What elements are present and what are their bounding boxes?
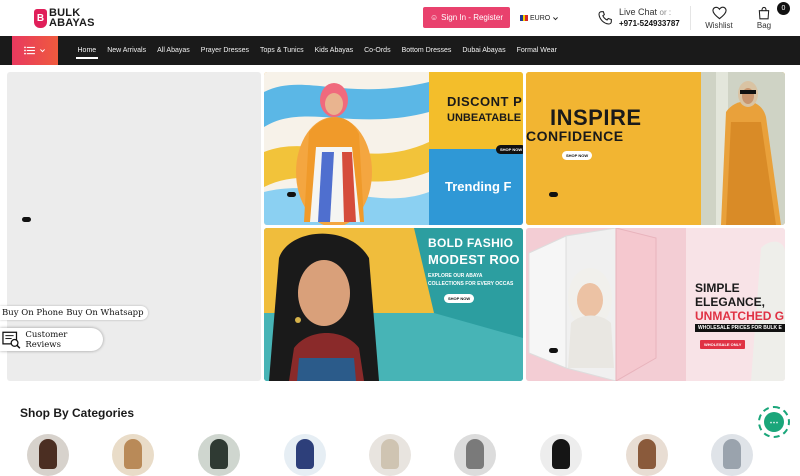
nav-item-dubai-abayas[interactable]: Dubai Abayas	[457, 36, 511, 65]
banner-inspire[interactable]: INSPIRE CONFIDENCE SHOP NOW	[526, 72, 785, 225]
banner-inspire-shop-button[interactable]: SHOP NOW	[562, 151, 593, 160]
currency-label: EURO	[530, 14, 551, 22]
buy-options: Buy On Phone Buy On Whatsapp	[0, 306, 148, 320]
category-item[interactable]	[198, 434, 240, 476]
nav-item-formal-wear[interactable]: Formal Wear	[511, 36, 562, 65]
banner-discount-line3: Trending F	[445, 179, 512, 194]
category-item[interactable]	[112, 434, 154, 476]
banner-discount-shop-button[interactable]: SHOP NOW	[496, 145, 523, 154]
banner-simple-elegance-line1: SIMPLE	[695, 281, 740, 295]
slider-dot[interactable]	[549, 192, 558, 197]
nav-item-bottom-dresses[interactable]: Bottom Dresses	[396, 36, 457, 65]
chevron-down-icon	[40, 49, 45, 53]
category-item[interactable]	[626, 434, 668, 476]
chat-icon: ⋯	[764, 412, 784, 432]
nav-item-new-arrivals[interactable]: New Arrivals	[102, 36, 152, 65]
live-chat-suffix: or :	[659, 8, 672, 17]
phone-number[interactable]: +971-524933787	[619, 18, 680, 29]
wishlist-label: Wishlist	[705, 21, 733, 30]
nav-items: Home New Arrivals All Abayas Prayer Dres…	[72, 36, 562, 65]
flag-icon	[520, 15, 529, 21]
category-list	[0, 432, 800, 476]
phone-icon	[598, 11, 612, 25]
user-icon: ☺	[430, 13, 439, 22]
list-icon	[24, 46, 35, 55]
sign-in-label: Sign In - Register	[441, 13, 503, 22]
category-item[interactable]	[369, 434, 411, 476]
banner-bold-fashion-shop-button[interactable]: SHOP NOW	[444, 294, 475, 303]
category-item[interactable]	[27, 434, 69, 476]
slider-dot[interactable]	[22, 217, 31, 222]
review-icon	[2, 331, 21, 349]
whatsapp-chat-button[interactable]: ⋯	[758, 406, 790, 438]
category-item[interactable]	[454, 434, 496, 476]
banner-simple-elegance-line3: UNMATCHED G	[695, 309, 785, 323]
hero-banners: DISCONT P UNBEATABLE SHOP NOW Trending F…	[6, 71, 786, 382]
banner-simple-elegance-line4: WHOLESALE PRICES FOR BULK E	[695, 324, 785, 332]
slider-dot[interactable]	[287, 192, 296, 197]
category-item[interactable]	[284, 434, 326, 476]
nav-item-co-ords[interactable]: Co-Ords	[359, 36, 396, 65]
banner-bold-fashion-line3: EXPLORE OUR ABAYA	[428, 273, 483, 279]
bag-label: Bag	[756, 21, 772, 30]
live-chat-label: Live Chat	[619, 7, 658, 17]
header: B BULK ABAYAS ☺ Sign In - Register EURO …	[0, 0, 800, 36]
buy-on-phone-link[interactable]: Buy On Phone	[2, 308, 63, 318]
bag-count-badge: 0	[777, 2, 790, 15]
sign-in-register-button[interactable]: ☺ Sign In - Register	[423, 7, 510, 28]
banner-discount-line2: UNBEATABLE	[447, 112, 522, 124]
buy-on-whatsapp-link[interactable]: Buy On Whatsapp	[66, 308, 143, 318]
banner-bold-fashion-line2: MODEST ROO	[428, 252, 520, 267]
banner-bold-fashion-art	[264, 228, 523, 381]
banner-discount[interactable]: DISCONT P UNBEATABLE SHOP NOW Trending F	[264, 72, 523, 225]
banner-inspire-line2: CONFIDENCE	[526, 128, 624, 144]
banner-bold-fashion-line1: BOLD FASHIO	[428, 236, 514, 250]
wishlist-button[interactable]: Wishlist	[704, 6, 734, 32]
banner-discount-line1: DISCONT P	[447, 94, 523, 109]
banner-simple-elegance-button[interactable]: WHOLESALE ONLY	[700, 340, 746, 349]
nav-item-prayer-dresses[interactable]: Prayer Dresses	[195, 36, 254, 65]
shopping-bag-icon	[758, 6, 770, 20]
banner-inspire-art	[526, 72, 785, 225]
nav-item-home[interactable]: Home	[72, 36, 102, 65]
banner-bold-fashion[interactable]: BOLD FASHIO MODEST ROO EXPLORE OUR ABAYA…	[264, 228, 523, 381]
category-item[interactable]	[711, 434, 753, 476]
bag-button[interactable]: Bag 0	[752, 2, 790, 32]
live-chat[interactable]: Live Chat or : +971-524933787	[597, 6, 680, 30]
logo-text-line2: ABAYAS	[49, 17, 95, 29]
chevron-down-icon	[553, 16, 559, 20]
banner-simple-elegance-line2: ELEGANCE,	[695, 295, 766, 309]
customer-reviews-label: Customer Reviews	[25, 329, 68, 350]
logo-mark: B	[34, 9, 47, 28]
nav-item-kids-abayas[interactable]: Kids Abayas	[309, 36, 359, 65]
nav-item-tops-tunics[interactable]: Tops & Tunics	[255, 36, 310, 65]
banner-simple-elegance[interactable]: SIMPLE ELEGANCE, UNMATCHED G WHOLESALE P…	[526, 228, 785, 381]
category-item[interactable]	[540, 434, 582, 476]
header-divider	[690, 6, 691, 30]
categories-menu-button[interactable]	[12, 36, 58, 65]
main-navigation: Home New Arrivals All Abayas Prayer Dres…	[0, 36, 800, 65]
heart-icon	[711, 6, 727, 20]
slider-dot[interactable]	[549, 348, 558, 353]
currency-selector[interactable]: EURO	[520, 11, 559, 25]
banner-bold-fashion-line4: COLLECTIONS FOR EVERY OCCAS	[428, 281, 514, 287]
site-logo[interactable]: B BULK ABAYAS	[34, 8, 96, 30]
customer-reviews-button[interactable]: Customer Reviews	[0, 328, 103, 351]
nav-item-all-abayas[interactable]: All Abayas	[152, 36, 196, 65]
section-title-categories: Shop By Categories	[20, 406, 135, 420]
